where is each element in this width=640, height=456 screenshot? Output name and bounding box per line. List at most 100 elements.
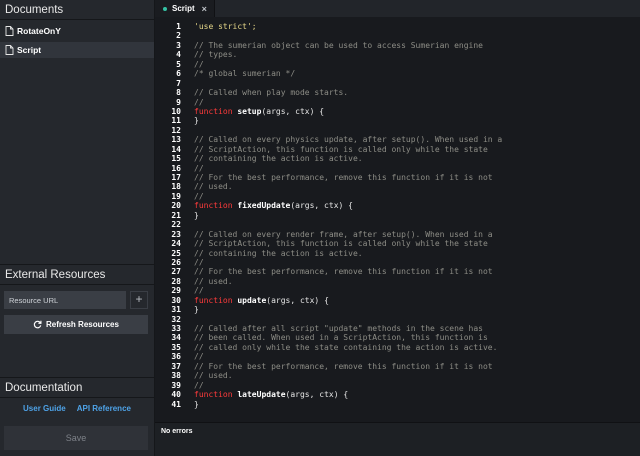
file-icon bbox=[5, 26, 14, 36]
code-line[interactable]: 14 // ScriptAction, this function is call… bbox=[155, 145, 640, 154]
code-line[interactable]: 30 function update(args, ctx) { bbox=[155, 296, 640, 305]
code-text: // containing the action is active. bbox=[194, 154, 363, 164]
line-number: 18 bbox=[171, 182, 181, 192]
line-number: 27 bbox=[171, 267, 181, 277]
line-number: 10 bbox=[171, 106, 181, 116]
code-line[interactable]: 34 // been called. When used in a ScriptA… bbox=[155, 333, 640, 342]
code-line[interactable]: 27 // For the best performance, remove th… bbox=[155, 267, 640, 276]
function-name-token: setup bbox=[237, 106, 262, 116]
line-number: 26 bbox=[171, 257, 181, 267]
code-line[interactable]: 17 // For the best performance, remove th… bbox=[155, 173, 640, 182]
line-number: 37 bbox=[171, 361, 181, 371]
code-line[interactable]: 33 // Called after all script "update" me… bbox=[155, 324, 640, 333]
code-text: // called only while the state containin… bbox=[194, 342, 498, 352]
line-number: 15 bbox=[171, 154, 181, 164]
code-line[interactable]: 15 // containing the action is active. bbox=[155, 154, 640, 163]
code-text: // types. bbox=[194, 50, 238, 60]
documents-title: Documents bbox=[0, 0, 154, 20]
code-line[interactable]: 16 // bbox=[155, 164, 640, 173]
code-line[interactable]: 8 // Called when play mode starts. bbox=[155, 88, 640, 97]
user-guide-link[interactable]: User Guide bbox=[23, 404, 66, 413]
code-text: // used. bbox=[194, 371, 233, 381]
code-text: function setup(args, ctx) { bbox=[181, 107, 324, 116]
code-line[interactable]: 5 // bbox=[155, 60, 640, 69]
function-name-token: lateUpdate bbox=[237, 390, 286, 400]
code-line[interactable]: 23 // Called on every render frame, after… bbox=[155, 230, 640, 239]
line-number: 21 bbox=[171, 210, 181, 220]
resource-url-input[interactable] bbox=[4, 291, 126, 309]
code-line[interactable]: 6 /* global sumerian */ bbox=[155, 69, 640, 78]
line-number: 4 bbox=[176, 50, 181, 60]
tab-label: Script bbox=[172, 4, 195, 13]
code-text: // Called on every render frame, after s… bbox=[194, 229, 493, 239]
code-text: /* global sumerian */ bbox=[194, 69, 296, 79]
document-item-script[interactable]: Script bbox=[0, 42, 154, 58]
code-text: function lateUpdate(args, ctx) { bbox=[181, 390, 348, 399]
code-line[interactable]: 36 // bbox=[155, 352, 640, 361]
code-line[interactable]: 32 bbox=[155, 315, 640, 324]
refresh-resources-button[interactable]: Refresh Resources bbox=[4, 315, 148, 334]
line-number: 9 bbox=[176, 97, 181, 107]
line-number: 30 bbox=[171, 295, 181, 305]
code-line[interactable]: 4 // types. bbox=[155, 50, 640, 59]
line-number: 33 bbox=[171, 324, 181, 333]
function-name-token: update bbox=[237, 295, 267, 305]
code-line[interactable]: 35 // called only while the state contain… bbox=[155, 343, 640, 352]
code-line[interactable]: 20 function fixedUpdate(args, ctx) { bbox=[155, 201, 640, 210]
code-text: // containing the action is active. bbox=[194, 248, 363, 258]
code-line[interactable]: 19 // bbox=[155, 192, 640, 201]
code-line[interactable]: 18 // used. bbox=[155, 182, 640, 191]
code-line[interactable]: 12 bbox=[155, 126, 640, 135]
code-line[interactable]: 10 function setup(args, ctx) { bbox=[155, 107, 640, 116]
line-number: 38 bbox=[171, 371, 181, 381]
code-line[interactable]: 38 // used. bbox=[155, 371, 640, 380]
code-text: // bbox=[194, 352, 204, 362]
resource-url-row: + bbox=[4, 291, 154, 309]
line-number: 16 bbox=[171, 163, 181, 173]
document-item-rotateony[interactable]: RotateOnY bbox=[0, 23, 154, 39]
line-number: 1 bbox=[176, 22, 181, 31]
code-line[interactable]: 28 // used. bbox=[155, 277, 640, 286]
code-line[interactable]: 7 bbox=[155, 79, 640, 88]
code-line[interactable]: 24 // ScriptAction, this function is call… bbox=[155, 239, 640, 248]
line-number: 39 bbox=[171, 380, 181, 390]
line-number: 34 bbox=[171, 333, 181, 343]
code-line[interactable]: 26 // bbox=[155, 258, 640, 267]
code-text: // Called when play mode starts. bbox=[194, 88, 349, 98]
code-line[interactable]: 41} bbox=[155, 400, 640, 409]
code-line[interactable]: 29 // bbox=[155, 286, 640, 295]
code-line[interactable]: 25 // containing the action is active. bbox=[155, 249, 640, 258]
code-line[interactable]: 22 bbox=[155, 220, 640, 229]
code-line[interactable]: 39 // bbox=[155, 381, 640, 390]
save-button[interactable]: Save bbox=[4, 426, 148, 450]
line-number: 23 bbox=[171, 229, 181, 239]
code-line[interactable]: 21} bbox=[155, 211, 640, 220]
keyword-token: function bbox=[194, 295, 233, 305]
api-reference-link[interactable]: API Reference bbox=[77, 404, 131, 413]
code-editor[interactable]: 1 'use strict'; 2 3 // The sumerian object c… bbox=[155, 22, 640, 420]
code-line[interactable]: 1 'use strict'; bbox=[155, 22, 640, 31]
code-line[interactable]: 9 // bbox=[155, 98, 640, 107]
tab-script[interactable]: Script × bbox=[155, 0, 215, 17]
code-line[interactable]: 3 // The sumerian object can be used to a… bbox=[155, 41, 640, 50]
close-icon[interactable]: × bbox=[202, 4, 207, 14]
code-line[interactable]: 40 function lateUpdate(args, ctx) { bbox=[155, 390, 640, 399]
line-number: 31 bbox=[171, 305, 181, 315]
code-line[interactable]: 11} bbox=[155, 116, 640, 125]
code-line[interactable]: 2 bbox=[155, 31, 640, 40]
code-line[interactable]: 13 // Called on every physics update, aft… bbox=[155, 135, 640, 144]
code-text: // Called after all script "update" meth… bbox=[194, 324, 483, 333]
documentation-panel: Documentation User Guide API Reference S… bbox=[0, 377, 154, 456]
code-text: // bbox=[194, 380, 204, 390]
left-sidebar: Documents RotateOnY Script External Reso… bbox=[0, 0, 155, 456]
line-number: 19 bbox=[171, 191, 181, 201]
code-line[interactable]: 37 // For the best performance, remove th… bbox=[155, 362, 640, 371]
code-text: } bbox=[194, 210, 199, 220]
keyword-token: function bbox=[194, 390, 233, 400]
add-resource-button[interactable]: + bbox=[130, 291, 148, 309]
documentation-links: User Guide API Reference bbox=[0, 404, 154, 413]
code-text: // bbox=[194, 97, 204, 107]
code-line[interactable]: 31} bbox=[155, 305, 640, 314]
